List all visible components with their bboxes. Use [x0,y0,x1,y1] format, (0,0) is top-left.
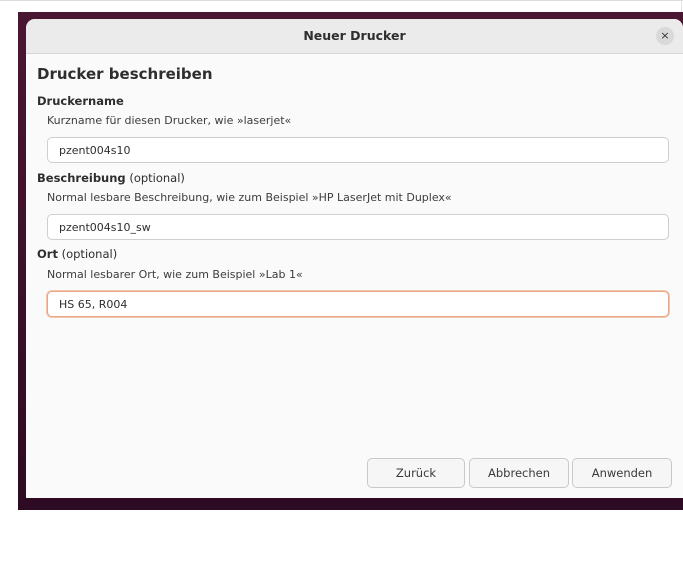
printer-name-hint: Kurzname für diesen Drucker, wie »laserj… [47,114,292,127]
back-button[interactable]: Zurück [367,458,465,488]
description-hint: Normal lesbare Beschreibung, wie zum Bei… [47,191,452,204]
close-icon[interactable]: × [656,27,674,45]
titlebar: Neuer Drucker × [26,19,683,54]
description-label: Beschreibung (optional) [37,171,185,185]
location-optional-text: (optional) [57,247,118,261]
top-divider [0,0,683,1]
apply-button[interactable]: Anwenden [572,458,672,488]
description-label-text: Beschreibung [37,171,126,185]
location-label-text: Ort [37,247,58,261]
printer-name-label-text: Druckername [37,94,124,108]
description-optional-text: (optional) [125,171,185,185]
page-heading: Drucker beschreiben [37,65,213,83]
location-hint: Normal lesbarer Ort, wie zum Beispiel »L… [47,268,303,281]
cancel-button[interactable]: Abbrechen [469,458,569,488]
printer-name-input[interactable] [47,137,669,163]
location-input[interactable] [47,291,669,317]
printer-name-label: Druckername [37,94,124,108]
new-printer-dialog: Neuer Drucker × Drucker beschreiben Druc… [26,19,683,498]
location-label: Ort (optional) [37,247,117,261]
screen-area: Neuer Drucker × Drucker beschreiben Druc… [0,0,683,510]
dialog-title: Neuer Drucker [303,28,406,43]
description-input[interactable] [47,214,669,240]
